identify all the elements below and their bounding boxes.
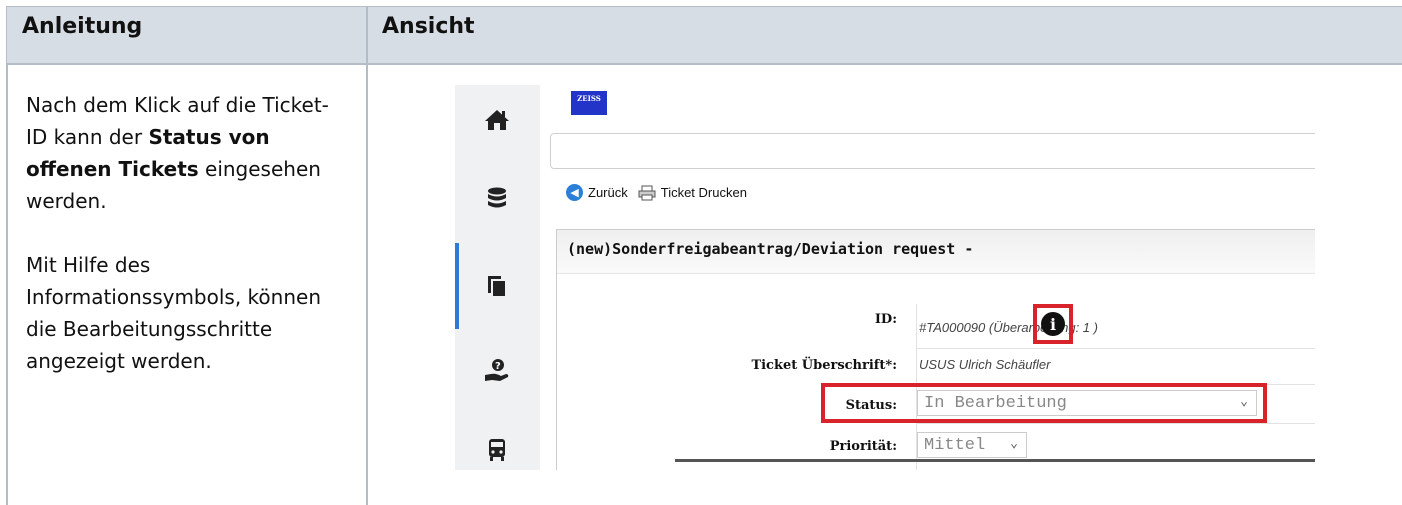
info-icon-highlight (1033, 304, 1073, 344)
zeiss-logo: ZEISS (571, 91, 607, 115)
panel-title: (new)Sonderfreigabeantrag/Deviation requ… (567, 240, 974, 258)
priority-value: Mittel (924, 435, 986, 455)
search-bar[interactable] (550, 133, 1315, 169)
header-anleitung: Anleitung (22, 14, 143, 39)
back-button[interactable]: ◀ Zurück (566, 184, 628, 201)
database-icon[interactable] (477, 178, 517, 218)
form-bottom-rule (675, 459, 1315, 462)
print-ticket-button[interactable]: Ticket Drucken (638, 185, 747, 201)
priority-select[interactable]: Mittel ⌄ (917, 432, 1027, 458)
documents-icon[interactable] (477, 267, 517, 307)
print-label: Ticket Drucken (660, 185, 747, 200)
back-label: Zurück (588, 185, 628, 200)
bus-icon[interactable] (477, 430, 517, 470)
table-border-header-bottom (7, 63, 1402, 65)
svg-text:?: ? (495, 361, 501, 372)
status-highlight (821, 383, 1267, 423)
table-column-divider (366, 6, 368, 505)
ticket-panel: (new)Sonderfreigabeantrag/Deviation requ… (556, 229, 1315, 470)
sidebar-active-indicator (455, 243, 459, 329)
table-border-left (6, 6, 8, 505)
table-header-row (7, 7, 1402, 64)
ticket-title-label: Ticket Überschrift*: (751, 358, 897, 373)
instruction-paragraph-1: Nach dem Klick auf die Ticket-ID kann de… (26, 93, 329, 213)
panel-header: (new)Sonderfreigabeantrag/Deviation requ… (557, 230, 1315, 274)
id-label: ID: (874, 312, 897, 327)
toolbar: ◀ Zurück Ticket Drucken (566, 184, 747, 201)
header-ansicht: Ansicht (382, 14, 475, 39)
instruction-text: Nach dem Klick auf die Ticket-ID kann de… (26, 89, 346, 409)
printer-icon (638, 185, 656, 200)
row-divider (917, 423, 1315, 424)
app-main: ZEISS ◀ Zurück Ticket Drucken (new)Sonde… (540, 85, 1315, 470)
priority-label: Priorität: (829, 439, 897, 454)
row-divider (917, 348, 1315, 349)
instruction-paragraph-2: Mit Hilfe des Informationssymbols, könne… (26, 253, 321, 373)
home-icon[interactable] (477, 100, 517, 140)
ticket-title-value: USUS Ulrich Schäufler (919, 357, 1051, 372)
sidebar: ? (455, 85, 540, 470)
help-hand-icon[interactable]: ? (477, 351, 517, 391)
app-screenshot: ? ZEISS ◀ Zurück Ticket Drucken (new)Son… (455, 85, 1315, 470)
chevron-down-icon: ⌄ (1010, 436, 1018, 451)
back-arrow-icon: ◀ (566, 184, 583, 201)
